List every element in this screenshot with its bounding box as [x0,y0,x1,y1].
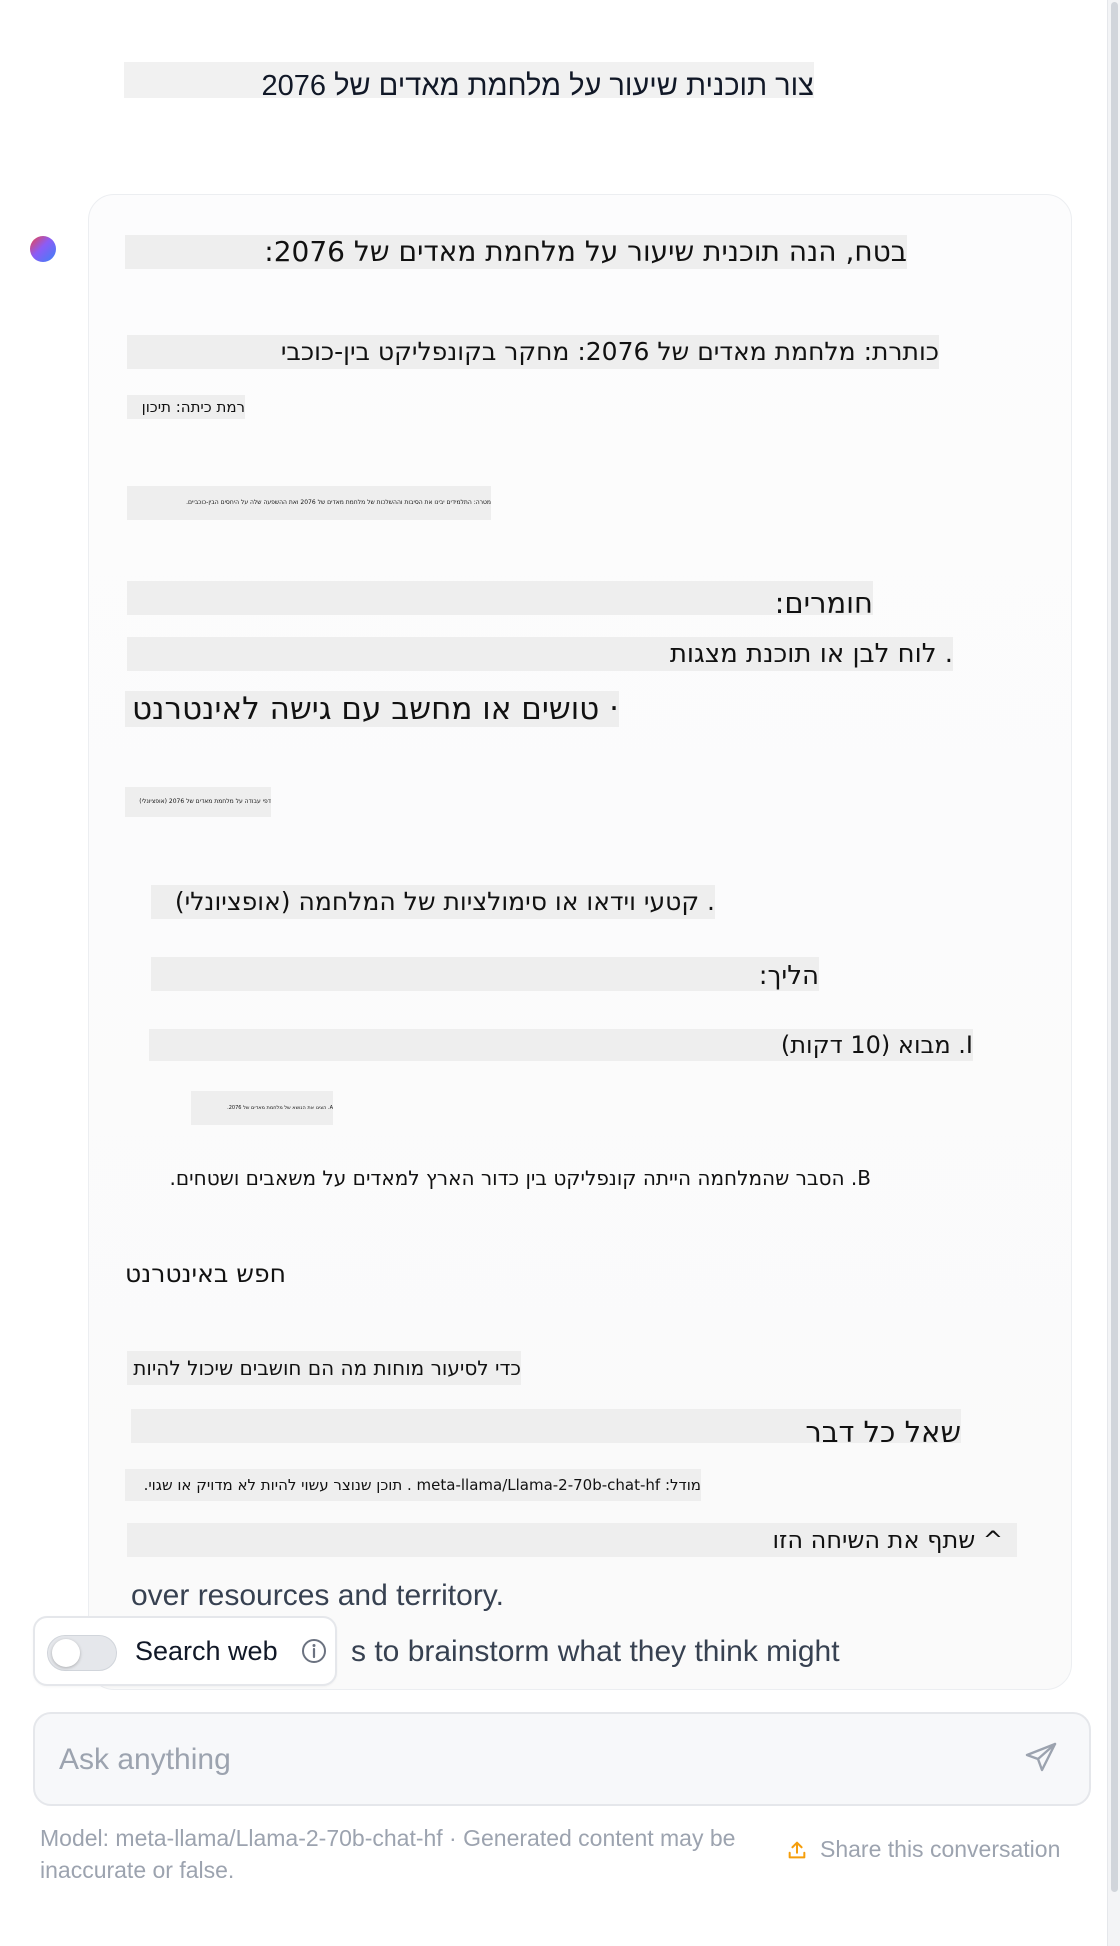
chat-page: צור תוכנית שיעור על מלחמת מאדים של 2076 … [0,0,1120,1946]
share-conversation-button[interactable]: Share this conversation [786,1836,1060,1863]
materials-heading-text: חומרים: [774,586,873,620]
search-web-he-text: חפש באינטרנט [125,1259,286,1288]
share-conversation-label: Share this conversation [820,1836,1061,1862]
search-web-label: Search web [135,1636,278,1666]
material-whiteboard-text: . לוח לבן או תוכנת מצגות [669,639,953,669]
ask-anything-he-text: שאל כל דבר [805,1415,961,1449]
scrollbar[interactable] [1107,0,1120,1946]
material-whiteboard: . לוח לבן או תוכנת מצגות [127,637,953,671]
info-icon[interactable] [301,1638,327,1664]
model-notice-he-text: מודל: meta-llama/Llama-2-70b-chat-hf . ת… [143,1476,701,1494]
model-notice: Model: meta-llama/Llama-2-70b-chat-hf · … [40,1825,736,1883]
model-notice-he: מודל: meta-llama/Llama-2-70b-chat-hf . ת… [125,1469,701,1501]
send-icon [1025,1742,1057,1772]
intro-point-a-text: A. הציגו את הנושא של מלחמת מאדים של 2076… [227,1105,333,1111]
procedure-heading: הליך: [151,957,819,991]
user-message: צור תוכנית שיעור על מלחמת מאדים של 2076 [124,62,814,102]
material-computer-text: · טושים או מחשב עם גישה לאינטרנט [131,691,619,727]
search-web-he: חפש באינטרנט [125,1257,325,1291]
assistant-intro: בטח, הנה תוכנית שיעור על מלחמת מאדים של … [125,235,907,269]
user-message-text: צור תוכנית שיעור על מלחמת מאדים של 2076 [261,70,815,102]
chat-input[interactable] [57,1714,1001,1806]
scrollbar-thumb[interactable] [1111,2,1118,1892]
brainstorm-he: כדי לסיעור מוחות מה הם חושבים שיכול להיו… [127,1351,521,1385]
assistant-message: בטח, הנה תוכנית שיעור על מלחמת מאדים של … [88,194,1072,1690]
grade-level: רמת כיתה: תיכון [127,395,245,419]
objective-text: מטרה: התלמידים יבינו את הסיבות וההשלכות … [186,499,491,506]
assistant-avatar [30,236,56,262]
material-video: . קטעי וידאו או סימולציות של המלחמה (אופ… [151,885,715,919]
lesson-title: כותרת: מלחמת מאדים של 2076: מחקר בקונפלי… [127,335,939,369]
ask-anything-he: שאל כל דבר [131,1409,961,1449]
intro-point-b: B. הסבר שהמלחמה הייתה קונפליקט בין כדור … [149,1161,871,1195]
lesson-title-text: כותרת: מלחמת מאדים של 2076: מחקר בקונפלי… [280,337,939,366]
intro-section-text: I. מבוא (10 דקות) [780,1031,973,1059]
send-button[interactable] [1021,1738,1061,1778]
materials-heading: חומרים: [127,581,873,620]
material-worksheets: דפי עבודה על מלחמת מאדים של 2076 (אופציו… [125,787,271,817]
share-icon [788,1841,806,1859]
response-line-english-2: s to brainstorm what they think might [351,1635,840,1668]
grade-level-text: רמת כיתה: תיכון [141,398,245,416]
material-computer: · טושים או מחשב עם גישה לאינטרנט [125,691,619,727]
response-line-english-1: over resources and territory. [131,1579,504,1612]
search-web-switch[interactable] [47,1635,117,1671]
material-video-text: . קטעי וידאו או סימולציות של המלחמה (אופ… [174,887,715,916]
intro-section: I. מבוא (10 דקות) [149,1029,973,1061]
switch-knob [52,1639,80,1667]
material-worksheets-text: דפי עבודה על מלחמת מאדים של 2076 (אופציו… [139,798,271,805]
assistant-intro-text: בטח, הנה תוכנית שיעור על מלחמת מאדים של … [264,235,907,268]
brainstorm-he-text: כדי לסיעור מוחות מה הם חושבים שיכול להיו… [133,1356,521,1380]
chat-composer [33,1712,1091,1806]
search-web-toggle[interactable]: Search web [33,1616,337,1686]
objective-line: מטרה: התלמידים יבינו את הסיבות וההשלכות … [127,486,491,520]
intro-point-a: A. הציגו את הנושא של מלחמת מאדים של 2076… [191,1091,333,1125]
share-he-text: ^ שתף את השיחה הזו [772,1526,1003,1554]
share-he: ^ שתף את השיחה הזו [127,1523,1017,1557]
intro-point-b-text: B. הסבר שהמלחמה הייתה קונפליקט בין כדור … [169,1166,871,1190]
procedure-heading-text: הליך: [758,961,819,991]
